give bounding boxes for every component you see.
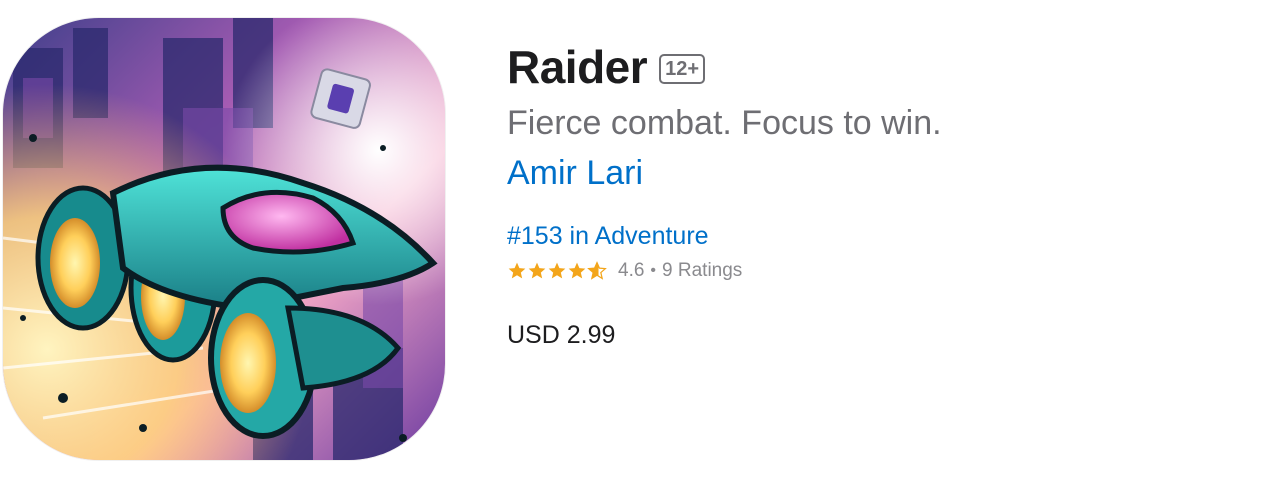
- app-title: Raider: [507, 41, 648, 93]
- category-rank-link[interactable]: #153 in Adventure: [507, 219, 1247, 253]
- rating-value: 4.6: [618, 260, 645, 281]
- star-icon: [568, 262, 586, 279]
- app-icon: [3, 18, 445, 460]
- rating-count: 9 Ratings: [662, 260, 743, 281]
- spaceship-artwork: [3, 18, 445, 460]
- star-icon: [548, 262, 566, 279]
- half-star-icon: [587, 261, 607, 280]
- app-subtitle: Fierce combat. Focus to win.: [507, 104, 942, 142]
- developer-link[interactable]: Amir Lari: [507, 151, 643, 195]
- rating-row: 4.6 • 9 Ratings: [507, 258, 1247, 284]
- rating-separator: •: [650, 262, 657, 279]
- app-info: Raider 12+ Fierce combat. Focus to win. …: [507, 38, 1247, 352]
- title-row: Raider 12+: [507, 38, 1247, 96]
- star-icon: [508, 262, 526, 279]
- age-rating-badge: 12+: [659, 54, 706, 84]
- star-icon: [528, 262, 546, 279]
- app-price: USD 2.99: [507, 321, 616, 349]
- star-rating: [507, 261, 607, 281]
